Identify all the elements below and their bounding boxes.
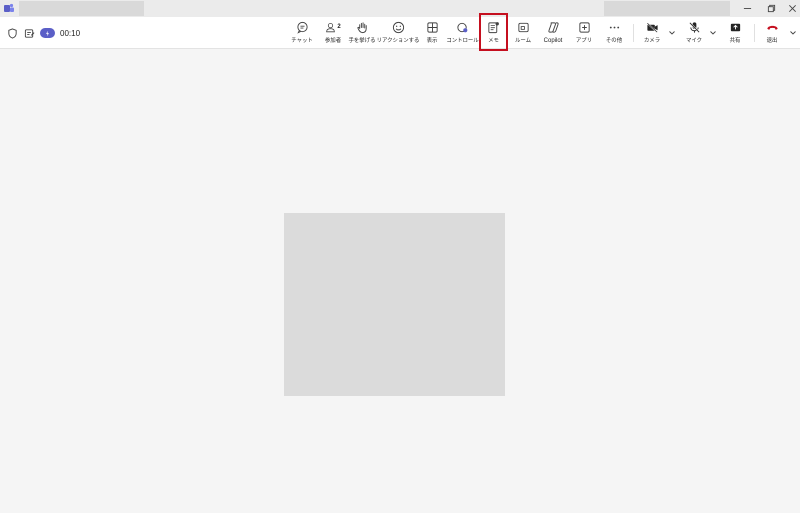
- chat-icon: [296, 20, 309, 34]
- copilot-icon: [547, 20, 560, 34]
- controls-icon: [456, 20, 469, 34]
- close-icon: [788, 5, 796, 12]
- share-button[interactable]: 共有: [725, 20, 745, 47]
- breakout-rooms-icon: [517, 20, 530, 34]
- leave-options-chevron-icon[interactable]: [789, 29, 797, 37]
- camera-button[interactable]: カメラ: [642, 20, 662, 47]
- share-label: 共有: [729, 38, 741, 44]
- window-title-placeholder: [19, 1, 144, 16]
- title-bar: [0, 0, 800, 17]
- camera-options-chevron-icon[interactable]: [668, 29, 676, 37]
- meeting-info: 00:10: [6, 25, 80, 41]
- camera-off-icon: [646, 20, 659, 34]
- search-bar-placeholder[interactable]: [604, 1, 730, 16]
- copilot-button[interactable]: Copilot: [541, 20, 565, 47]
- more-icon: [608, 20, 621, 34]
- more-button[interactable]: その他: [603, 20, 625, 47]
- video-tile: [284, 213, 505, 396]
- people-button[interactable]: 2 参加者: [320, 20, 346, 47]
- share-screen-icon: [729, 20, 742, 34]
- leave-label: 退出: [766, 38, 778, 44]
- copilot-status-icon[interactable]: [40, 28, 55, 38]
- hand-icon: [356, 20, 369, 34]
- emoji-icon: [392, 20, 405, 34]
- shield-icon[interactable]: [6, 27, 18, 39]
- restore-icon: [767, 4, 775, 13]
- add-app-icon: [578, 20, 591, 34]
- chat-button[interactable]: チャット: [288, 20, 316, 47]
- leave-button[interactable]: 退出: [762, 20, 782, 47]
- minimize-button[interactable]: [736, 0, 758, 17]
- controls-button[interactable]: コントロール: [446, 20, 479, 47]
- restore-button[interactable]: [760, 0, 782, 17]
- apps-button[interactable]: アプリ: [574, 20, 594, 47]
- raise-hand-button[interactable]: 手を挙げる: [347, 20, 377, 47]
- apps-label: アプリ: [575, 38, 593, 44]
- react-label: リアクションする: [376, 38, 420, 44]
- copilot-label: Copilot: [543, 38, 563, 44]
- controls-label: コントロール: [446, 38, 479, 44]
- mic-off-icon: [688, 20, 701, 34]
- meeting-timer: 00:10: [60, 28, 81, 38]
- teams-logo-icon: [4, 3, 14, 12]
- view-label: 表示: [426, 38, 438, 44]
- more-label: その他: [605, 38, 623, 44]
- notes-status-icon[interactable]: [23, 27, 35, 39]
- react-button[interactable]: リアクションする: [376, 20, 420, 47]
- view-button[interactable]: 表示: [422, 20, 442, 47]
- notes-highlight-box: [479, 13, 508, 51]
- hang-up-icon: [766, 20, 779, 34]
- camera-label: カメラ: [643, 38, 661, 44]
- meeting-toolbar: 00:10 チャット 2 参加者 手を挙げる リアクションする 表示 コントロー…: [0, 17, 800, 49]
- people-icon: 2: [325, 20, 341, 34]
- chat-label: チャット: [291, 38, 313, 44]
- participant-count: 2: [337, 24, 341, 30]
- grid-view-icon: [426, 20, 439, 34]
- mic-options-chevron-icon[interactable]: [709, 29, 717, 37]
- people-label: 参加者: [324, 38, 342, 44]
- mic-label: マイク: [685, 38, 703, 44]
- mic-button[interactable]: マイク: [684, 20, 704, 47]
- raise-hand-label: 手を挙げる: [348, 38, 376, 44]
- minimize-icon: [743, 8, 751, 9]
- toolbar-divider: [633, 24, 634, 42]
- toolbar-divider: [754, 24, 755, 42]
- close-button[interactable]: [781, 0, 800, 17]
- rooms-button[interactable]: ルーム: [513, 20, 533, 47]
- rooms-label: ルーム: [514, 38, 531, 44]
